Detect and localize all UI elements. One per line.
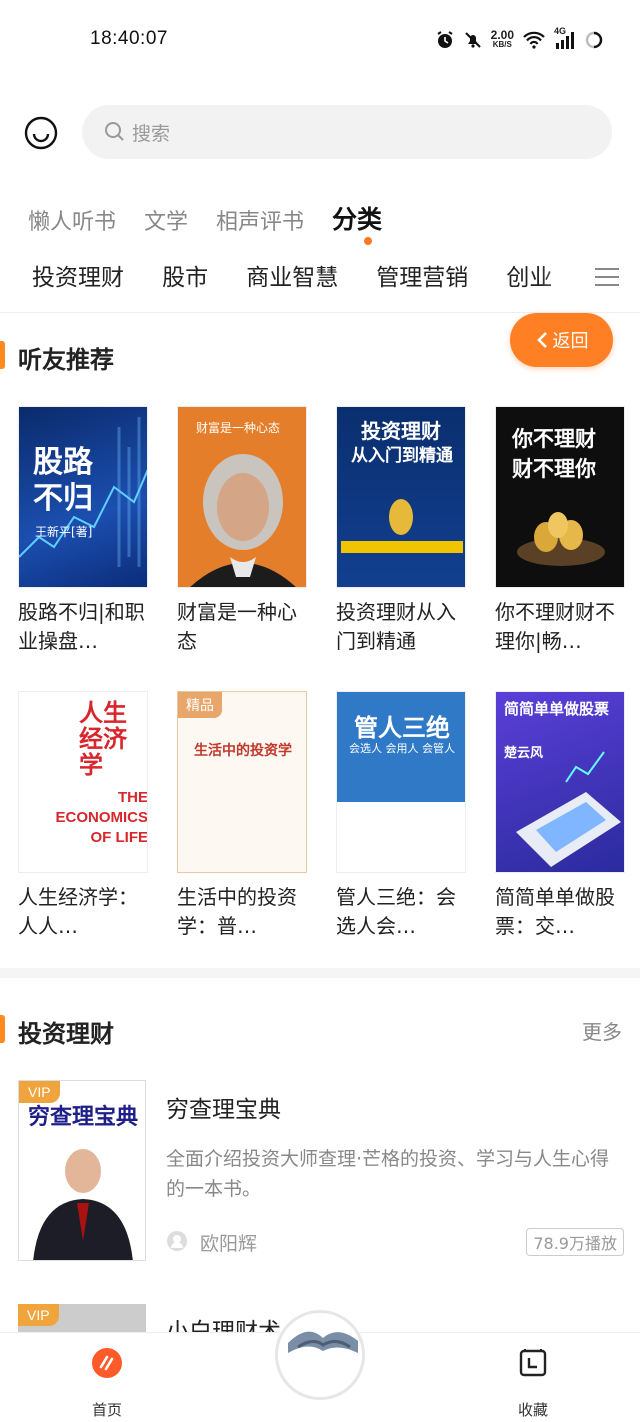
book-card[interactable]: 股路不归 王新平[著] 股路不归|和职业操盘… [18,406,148,656]
book-cover-title: 生活中的投资学 [194,743,292,759]
portrait-illustration [33,1149,133,1260]
book-cover: 精品 生活中的投资学 [177,691,307,873]
book-cover: 简简单单做股票 楚云风 [495,691,625,873]
book-card[interactable]: 简简单单做股票 楚云风 简简单单做股票：交… [495,691,625,941]
wifi-icon [523,31,545,49]
play-count-badge: 78.9万播放 [526,1228,624,1256]
bookshelf-icon [519,1349,547,1377]
author-icon [167,1231,187,1251]
nav-home-label: 首页 [91,1401,122,1419]
book-card[interactable]: 财富是一种心态 财富是一种心态 [177,406,307,656]
book-title: 股路不归|和职业操盘… [18,600,145,653]
book-card[interactable]: 管人三绝 会选人 会用人 会管人 管人三绝：会选人会… [336,691,466,941]
alarm-icon [437,31,453,48]
category-stocks[interactable]: 股市 [162,258,208,298]
book-cover: 投资理财 从入门到精通 [336,406,466,588]
search-placeholder: 搜索 [132,122,171,145]
tab-lanren[interactable]: 懒人听书 [28,196,116,236]
book-title: 人生经济学：人人… [18,885,138,938]
book-card[interactable]: 你不理财 财不理你 你不理财财不理你|畅… [495,406,625,656]
home-icon [92,1348,122,1378]
book-cover-title: 人生经济学 [79,699,127,779]
book-cover: 股路不归 王新平[著] [18,406,148,588]
book-cover: 你不理财 财不理你 [495,406,625,588]
book-title: 管人三绝：会选人会… [336,885,456,938]
nav-favorites-label: 收藏 [517,1401,548,1419]
lock-illustration [341,499,463,553]
list-item-title[interactable]: 穷查理宝典 [166,1090,281,1124]
nav-favorites[interactable]: 收藏 [498,1347,568,1420]
book-title: 投资理财从入门到精通 [336,600,456,653]
book-title: 简简单单做股票：交… [495,885,615,938]
tab-crosstalk[interactable]: 相声评书 [216,196,304,236]
book-cover-subtitle: THE ECONOMICS OF LIFE [55,789,148,846]
vip-badge: VIP [18,1304,59,1326]
net-speed: 2.00 KB/S [490,28,514,49]
portrait-illustration [190,454,296,587]
category-management[interactable]: 管理营销 [376,258,468,298]
back-button-label: 返回 [552,331,589,352]
status-icons: 2.00 KB/S 4G [435,26,604,54]
signal-group: 4G [554,26,576,50]
chevron-left-icon [536,332,547,348]
phone-illustration [516,751,621,867]
top-tabs: 懒人听书 文学 相声评书 分类 [28,196,410,236]
status-bar: 18:40:07 2.00 KB/S 4G [0,0,640,80]
book-cover: 人生经济学 THE ECONOMICS OF LIFE [18,691,148,873]
book-title: 你不理财财不理你|畅… [495,600,615,653]
category-row: 投资理财 股市 商业智慧 管理营销 创业 [32,258,592,298]
premium-badge: 精品 [178,692,222,718]
active-tab-indicator [364,237,372,245]
list-item-cover[interactable]: 穷查理宝典 VIP [18,1080,146,1261]
vip-badge: VIP [19,1081,60,1103]
battery-icon [585,31,603,49]
list-item-desc: 全面介绍投资大师查理·芒格的投资、学习与人生心得的一本书。 [166,1148,610,1200]
book-card[interactable]: 人生经济学 THE ECONOMICS OF LIFE 人生经济学：人人… [18,691,148,941]
book-cover-author: 王新平[著] [35,525,93,539]
book-cover-title: 管人三绝 [354,714,450,742]
author-name: 欧阳辉 [200,1233,258,1255]
book-cover: 管人三绝 会选人 会用人 会管人 [336,691,466,873]
more-link[interactable]: 更多 [582,1016,622,1045]
status-time: 18:40:07 [90,28,168,49]
book-cover: 财富是一种心态 [177,406,307,588]
category-investment[interactable]: 投资理财 [32,258,124,298]
golden-eggs-illustration [517,512,605,566]
book-cover-title: 股路不归 [33,445,93,516]
book-title: 财富是一种心态 [177,600,297,653]
book-card[interactable]: 精品 生活中的投资学 生活中的投资学：普… [177,691,307,941]
book-title: 生活中的投资学：普… [177,885,297,938]
category-fade [540,258,590,298]
search-input[interactable]: 搜索 [82,105,612,159]
section-gap [0,968,640,978]
back-button[interactable]: 返回 [510,313,613,367]
mute-icon [464,32,481,48]
player-button[interactable] [275,1310,365,1400]
category-business[interactable]: 商业智慧 [246,258,338,298]
section-title-invest: 投资理财 [18,1020,114,1048]
book-card[interactable]: 投资理财 从入门到精通 投资理财从入门到精通 [336,406,466,656]
nav-home[interactable]: 首页 [72,1347,142,1420]
tab-category[interactable]: 分类 [332,196,382,236]
tab-literature[interactable]: 文学 [144,196,188,236]
search-icon [105,122,124,141]
section-accent-bar [0,1015,5,1043]
book-cover-subtitle: 会选人 会用人 会管人 [349,742,455,755]
menu-icon[interactable] [595,266,619,288]
profile-icon[interactable] [24,116,58,150]
section-accent-bar [0,341,5,369]
network-label: 4G [554,26,567,36]
section-title-recommend: 听友推荐 [18,346,114,374]
